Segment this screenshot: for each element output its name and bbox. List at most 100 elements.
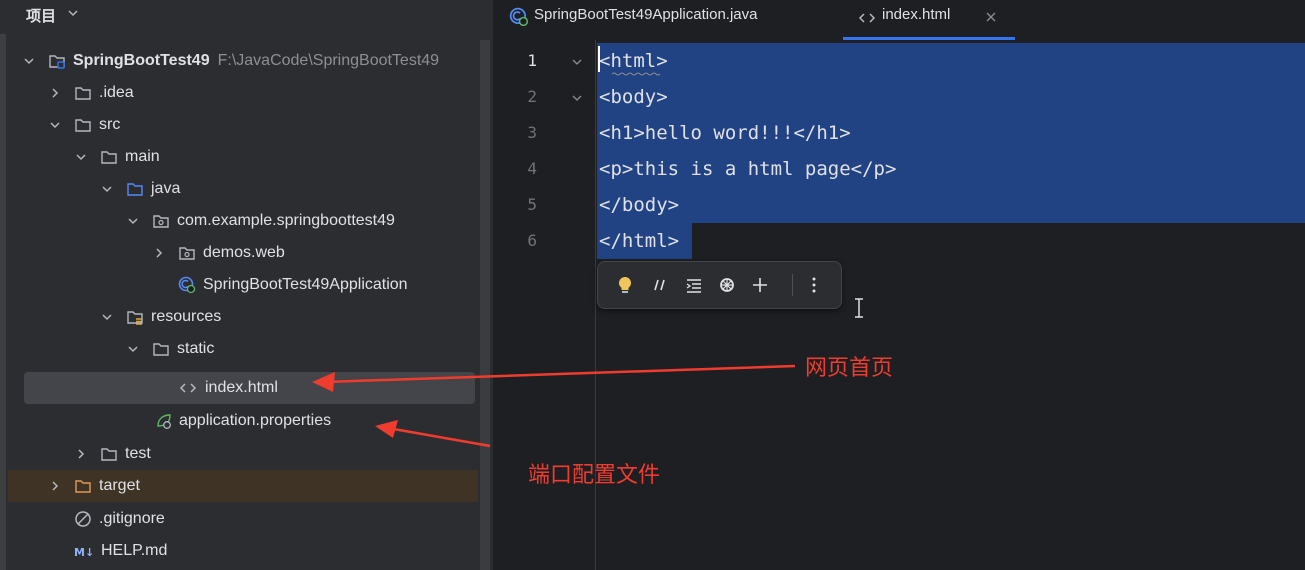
folder-icon [101, 448, 117, 461]
tree-item-label: application.properties [179, 412, 332, 429]
tree-item-label: index.html [205, 379, 278, 396]
chevron-down-icon[interactable] [126, 342, 140, 356]
code-line[interactable]: <body> [599, 79, 668, 115]
tree-item-demos-web[interactable]: demos.web [0, 237, 478, 269]
tree-item-java[interactable]: java [0, 173, 478, 205]
tree-item-index-html[interactable]: index.html [0, 372, 478, 404]
line-number: 5 [527, 195, 537, 214]
tree-item-label: SpringBootTest49Application [203, 276, 408, 293]
tree-item-gitignore[interactable]: .gitignore [0, 503, 478, 535]
editor-tab-bar: SpringBootTest49Application.java index.h… [493, 0, 1305, 40]
project-panel-title[interactable]: 项目 [26, 5, 56, 26]
resources-folder-icon [127, 311, 143, 325]
tree-item-package[interactable]: com.example.springboottest49 [0, 205, 478, 237]
format-icon[interactable] [684, 275, 704, 295]
selection-line-1 [597, 43, 1305, 79]
package-icon [153, 215, 169, 228]
typo-squiggle [612, 72, 661, 76]
chevron-right-icon[interactable] [74, 447, 88, 461]
folder-icon [101, 151, 117, 164]
tab-label: index.html [882, 6, 951, 23]
fold-chevron-icon[interactable] [571, 92, 583, 104]
chevron-down-icon[interactable] [22, 54, 36, 68]
chevron-down-icon[interactable] [126, 214, 140, 228]
text-caret [598, 46, 600, 72]
tree-item-help-md[interactable]: M↓ HELP.md [0, 535, 478, 567]
code-line[interactable]: <p>this is a html page</p> [599, 151, 896, 187]
floating-code-toolbar [597, 261, 842, 309]
folder-icon [75, 119, 91, 132]
tree-item-application-class[interactable]: SpringBootTest49Application [0, 269, 478, 301]
chevron-down-icon[interactable] [100, 182, 114, 196]
project-scrollbar[interactable] [480, 40, 490, 570]
package-icon [179, 247, 195, 260]
tree-item-static[interactable]: static [0, 333, 478, 365]
tree-item-main[interactable]: main [0, 141, 478, 173]
tree-item-src[interactable]: src [0, 109, 478, 141]
tree-item-application-properties[interactable]: application.properties [0, 405, 478, 437]
chevron-down-icon[interactable] [67, 7, 79, 19]
ignore-file-icon [75, 511, 91, 527]
bulb-icon[interactable] [615, 275, 635, 295]
project-panel: 项目 SpringBootTest49 F:\JavaCode\SpringBoo… [0, 0, 493, 570]
tree-item-label: demos.web [203, 244, 285, 261]
text-cursor-icon [855, 298, 863, 318]
tree-item-label: main [125, 148, 160, 165]
tree-item-label: src [99, 116, 121, 133]
fold-chevron-icon[interactable] [571, 56, 583, 68]
comment-icon[interactable] [650, 275, 670, 295]
tree-item-label: java [151, 180, 181, 197]
selection-line-5 [597, 187, 1305, 223]
add-icon[interactable] [750, 275, 770, 295]
tree-item-label: com.example.springboottest49 [177, 212, 395, 229]
line-number: 1 [527, 51, 537, 70]
tree-item-label: SpringBootTest49 [73, 52, 210, 69]
tree-item-label: .gitignore [99, 510, 165, 527]
tree-item-idea[interactable]: .idea [0, 77, 478, 109]
project-panel-header[interactable]: 项目 [0, 0, 493, 34]
tree-item-target[interactable]: target [8, 470, 478, 502]
html-file-icon [858, 13, 876, 23]
folder-icon [75, 87, 91, 100]
tree-item-label: resources [151, 308, 222, 325]
chevron-down-icon[interactable] [48, 118, 62, 132]
toolbar-separator [792, 274, 793, 296]
svg-text:M↓: M↓ [74, 546, 94, 559]
line-number: 6 [527, 231, 537, 250]
chevron-right-icon[interactable] [152, 246, 166, 260]
chevron-down-icon[interactable] [74, 150, 88, 164]
line-number: 4 [527, 159, 537, 178]
line-number: 3 [527, 123, 537, 142]
ai-assistant-icon[interactable] [717, 275, 737, 295]
module-folder-icon [49, 55, 65, 69]
close-icon[interactable] [985, 11, 997, 23]
tree-item-label: static [177, 340, 215, 357]
tree-item-label: test [125, 445, 151, 462]
code-line[interactable]: </html> [599, 223, 679, 259]
code-line[interactable]: </body> [599, 187, 679, 223]
line-number: 2 [527, 87, 537, 106]
folder-icon [153, 343, 169, 356]
tree-item-label: HELP.md [101, 542, 168, 559]
tree-item-label: .idea [99, 84, 134, 101]
spring-class-icon [509, 7, 529, 27]
excluded-folder-icon [75, 480, 91, 493]
tree-item-label: target [99, 477, 140, 494]
annotation-port-config: 端口配置文件 [528, 462, 661, 487]
chevron-down-icon[interactable] [100, 310, 114, 324]
annotation-homepage: 网页首页 [805, 355, 894, 380]
tab-springboottest49application-java[interactable]: SpringBootTest49Application.java [509, 0, 809, 40]
source-folder-icon [127, 183, 143, 196]
tree-item-resources[interactable]: resources [0, 301, 478, 333]
markdown-file-icon: M↓ [74, 546, 94, 559]
chevron-right-icon[interactable] [48, 479, 62, 493]
tab-label: SpringBootTest49Application.java [534, 6, 758, 23]
tree-item-root[interactable]: SpringBootTest49 F:\JavaCode\SpringBootTe… [0, 45, 478, 77]
selection-line-2 [597, 79, 1305, 115]
spring-class-icon [178, 276, 196, 294]
code-line[interactable]: <h1>hello word!!!</h1> [599, 115, 851, 151]
chevron-right-icon[interactable] [48, 86, 62, 100]
more-icon[interactable] [804, 275, 824, 295]
tree-item-test[interactable]: test [0, 438, 478, 470]
tab-index-html[interactable]: index.html [858, 0, 1018, 40]
